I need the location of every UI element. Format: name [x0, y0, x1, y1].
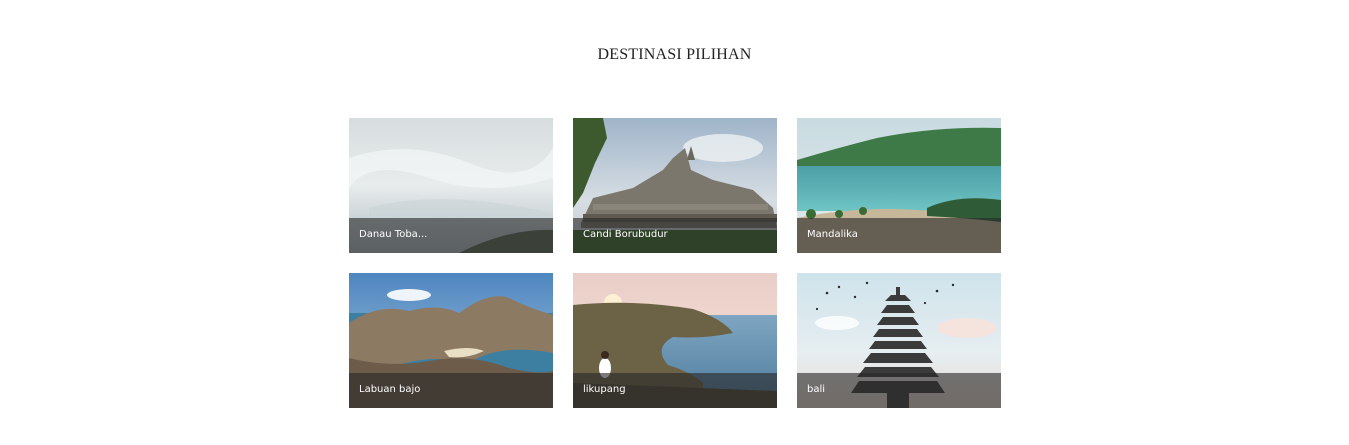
destination-card-candi-borobudur[interactable]: Candi Borubudur [573, 118, 777, 253]
destination-label: likupang [583, 384, 626, 395]
destination-card-labuan-bajo[interactable]: Labuan bajo [349, 273, 553, 408]
caption-bar: Danau Toba... [349, 218, 553, 253]
destination-label: Candi Borubudur [583, 229, 668, 240]
destination-grid: Danau Toba... Candi Borubudur Mandalika … [349, 118, 1001, 408]
caption-bar: Candi Borubudur [573, 218, 777, 253]
section-title: DESTINASI PILIHAN [597, 46, 752, 63]
caption-bar: Mandalika [797, 218, 1001, 253]
destination-card-danau-toba[interactable]: Danau Toba... [349, 118, 553, 253]
caption-bar: Labuan bajo [349, 373, 553, 408]
destination-label: Labuan bajo [359, 384, 421, 395]
destination-card-bali[interactable]: bali [797, 273, 1001, 408]
destination-label: Danau Toba... [359, 229, 428, 240]
caption-bar: likupang [573, 373, 777, 408]
destination-card-likupang[interactable]: likupang [573, 273, 777, 408]
destination-label: Mandalika [807, 229, 858, 240]
caption-bar: bali [797, 373, 1001, 408]
destination-label: bali [807, 384, 826, 395]
destination-card-mandalika[interactable]: Mandalika [797, 118, 1001, 253]
